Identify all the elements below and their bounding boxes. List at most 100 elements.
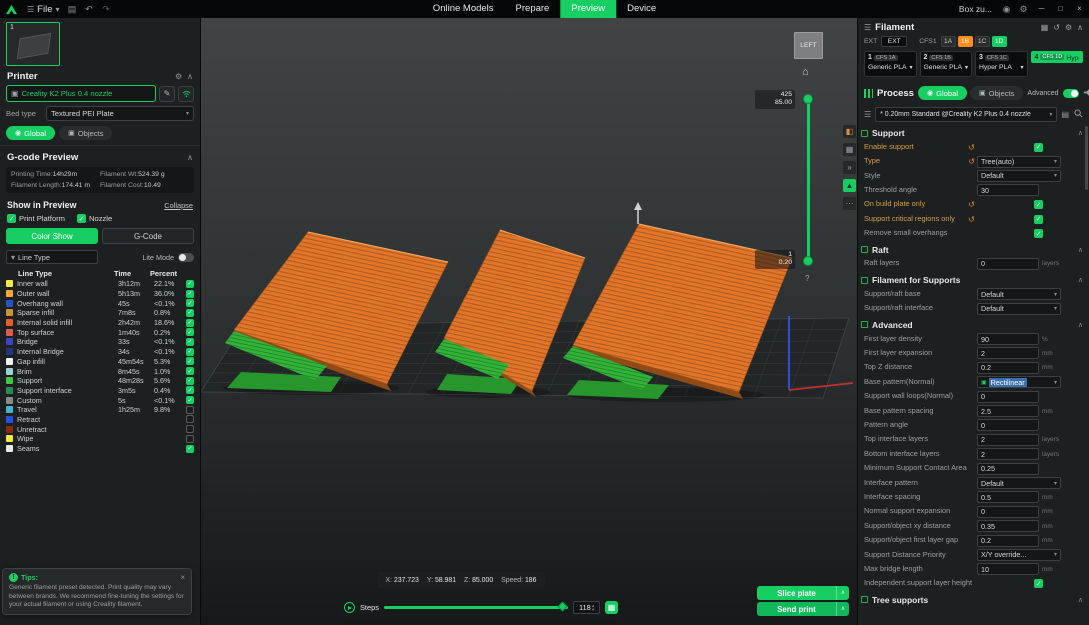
- line-type-select[interactable]: ▾ Line Type: [6, 250, 98, 264]
- setting-input[interactable]: 0.25: [977, 462, 1039, 475]
- checkbox[interactable]: [186, 425, 194, 434]
- chevron-up-icon[interactable]: ∧: [836, 602, 849, 616]
- checkbox[interactable]: ✓: [7, 214, 16, 223]
- maximize-button[interactable]: □: [1051, 0, 1070, 18]
- undo-icon[interactable]: ↶: [81, 4, 98, 15]
- viewport-3d[interactable]: LEFT ⌂ 425 85.00 1 0.20 ? X: 237.723 Y: …: [201, 18, 857, 625]
- checkbox[interactable]: ✓: [186, 337, 194, 346]
- section-raft[interactable]: Raft ∧: [861, 243, 1083, 257]
- setting-input[interactable]: 2: [977, 448, 1039, 461]
- checkbox[interactable]: ✓: [186, 299, 194, 308]
- category-tab-others[interactable]: ⋯: [843, 197, 856, 210]
- ext-slot[interactable]: EXT: [881, 36, 908, 47]
- setting-input[interactable]: 2.5: [977, 405, 1039, 418]
- file-menu[interactable]: ☰ File ▾: [23, 4, 64, 15]
- checkbox[interactable]: ✓: [186, 328, 194, 337]
- save-preset-icon[interactable]: ▤: [1061, 110, 1069, 119]
- reset-icon[interactable]: ↺: [968, 157, 975, 166]
- project-name[interactable]: Box zu...: [959, 4, 992, 14]
- setting-select[interactable]: Default ▾: [977, 477, 1061, 489]
- search-icon[interactable]: [1074, 109, 1083, 120]
- checkbox[interactable]: ✓: [1034, 579, 1043, 589]
- redo-icon[interactable]: ↷: [98, 4, 115, 15]
- reset-icon[interactable]: ↺: [968, 143, 975, 152]
- category-tab-speed[interactable]: »: [843, 161, 856, 174]
- checkbox[interactable]: ✓: [186, 318, 194, 327]
- checkbox[interactable]: ✓: [186, 347, 194, 356]
- checkbox[interactable]: ✓: [186, 396, 194, 405]
- toggle-nozzle[interactable]: ✓ Nozzle: [77, 214, 112, 223]
- setting-input[interactable]: 0: [977, 257, 1039, 270]
- tab-device[interactable]: Device: [616, 0, 667, 18]
- setting-select[interactable]: X/Y override... ▾: [977, 548, 1061, 561]
- setting-select[interactable]: ▣ Rectilinear ▾: [977, 376, 1061, 389]
- section-support[interactable]: Support ∧: [861, 126, 1083, 140]
- scope-tab-global[interactable]: ◉ Global: [6, 126, 56, 140]
- toggle-print-platform[interactable]: ✓ Print Platform: [7, 214, 65, 223]
- setting-input[interactable]: 0.2: [977, 534, 1039, 547]
- color-show-button[interactable]: Color Show: [6, 228, 98, 244]
- setting-select[interactable]: Default ▾: [977, 302, 1061, 315]
- checkbox[interactable]: ✓: [186, 357, 194, 366]
- category-tab-support[interactable]: ▲: [843, 179, 856, 192]
- printer-settings-gear-icon[interactable]: ⚙: [175, 72, 182, 81]
- layer-slider-upper-handle[interactable]: [803, 94, 813, 104]
- close-button[interactable]: ×: [1070, 0, 1089, 18]
- tab-prepare[interactable]: Prepare: [505, 0, 561, 18]
- collapse-chevron-icon[interactable]: ∧: [187, 153, 193, 162]
- view-cube[interactable]: LEFT: [794, 32, 823, 59]
- stepper-arrows-icon[interactable]: ▴ ▾: [592, 603, 594, 611]
- checkbox[interactable]: ✓: [77, 214, 86, 223]
- setting-input[interactable]: 2: [977, 347, 1039, 360]
- tab-preview[interactable]: Preview: [560, 0, 617, 18]
- collapse-chevron-icon[interactable]: ∧: [1077, 23, 1083, 32]
- user-icon[interactable]: ◉: [998, 4, 1015, 15]
- setting-input[interactable]: 0.2: [977, 361, 1039, 374]
- steps-value-input[interactable]: 118 ▴ ▾: [573, 601, 600, 614]
- setting-input[interactable]: 0: [977, 505, 1039, 518]
- setting-input[interactable]: 10: [977, 563, 1039, 576]
- steps-slider-handle[interactable]: [557, 601, 568, 612]
- cfs-slot-1c[interactable]: 1C: [974, 36, 990, 47]
- home-view-icon[interactable]: ⌂: [802, 66, 809, 78]
- cfs-slot-1a[interactable]: 1A: [940, 36, 956, 47]
- filament-card-4[interactable]: 4CFS 1DHyper PLA▾: [1030, 51, 1083, 63]
- settings-icon[interactable]: ⚙: [1015, 4, 1032, 15]
- setting-input[interactable]: 2: [977, 433, 1039, 446]
- category-tab-strength[interactable]: ▦: [843, 143, 856, 156]
- checkbox[interactable]: ✓: [186, 279, 194, 288]
- refresh-icon[interactable]: ↺: [1053, 23, 1060, 32]
- collapse-chevron-icon[interactable]: ∧: [1078, 246, 1083, 254]
- setting-input[interactable]: 0: [977, 390, 1039, 403]
- checkbox[interactable]: ✓: [186, 367, 194, 376]
- plate-thumbnail[interactable]: 1: [6, 22, 60, 66]
- setting-input[interactable]: 0.5: [977, 491, 1039, 504]
- help-icon[interactable]: ?: [805, 274, 809, 283]
- edit-printer-button[interactable]: ✎: [159, 85, 175, 102]
- layer-slider-track[interactable]: [807, 98, 810, 262]
- chevron-up-icon[interactable]: ∧: [836, 586, 849, 600]
- bed-type-select[interactable]: Textured PEI Plate ▾: [46, 106, 194, 121]
- process-tab-objects[interactable]: ▣ Objects: [970, 86, 1024, 100]
- slice-plate-button[interactable]: Slice plate ∧: [757, 586, 849, 600]
- setting-select[interactable]: Tree(auto) ▾: [977, 155, 1061, 168]
- reset-icon[interactable]: ↺: [968, 215, 975, 224]
- steps-slider[interactable]: [383, 601, 568, 612]
- section-filament-for-supports[interactable]: Filament for Supports ∧: [861, 273, 1083, 287]
- cfs-slot-1d[interactable]: 1D: [991, 36, 1007, 47]
- filament-card-2[interactable]: 2 CFS 1B Generic PLA ▾: [919, 51, 972, 77]
- setting-input[interactable]: 0: [977, 419, 1039, 432]
- checkbox[interactable]: ✓: [186, 386, 194, 395]
- reset-icon[interactable]: ↺: [968, 200, 975, 209]
- setting-input[interactable]: 30: [977, 184, 1039, 197]
- g-code-button[interactable]: G-Code: [102, 228, 194, 244]
- filament-settings-gear-icon[interactable]: ⚙: [1065, 23, 1072, 32]
- checkbox[interactable]: [186, 434, 194, 443]
- checkbox[interactable]: ✓: [186, 289, 194, 298]
- setting-input[interactable]: 90: [977, 333, 1039, 346]
- section-tree-supports[interactable]: Tree supports ∧: [861, 593, 1083, 607]
- checkbox[interactable]: ✓: [1034, 142, 1043, 152]
- save-icon[interactable]: ▤: [64, 4, 81, 15]
- collapse-chevron-icon[interactable]: ∧: [1078, 276, 1083, 284]
- section-advanced[interactable]: Advanced ∧: [861, 318, 1083, 332]
